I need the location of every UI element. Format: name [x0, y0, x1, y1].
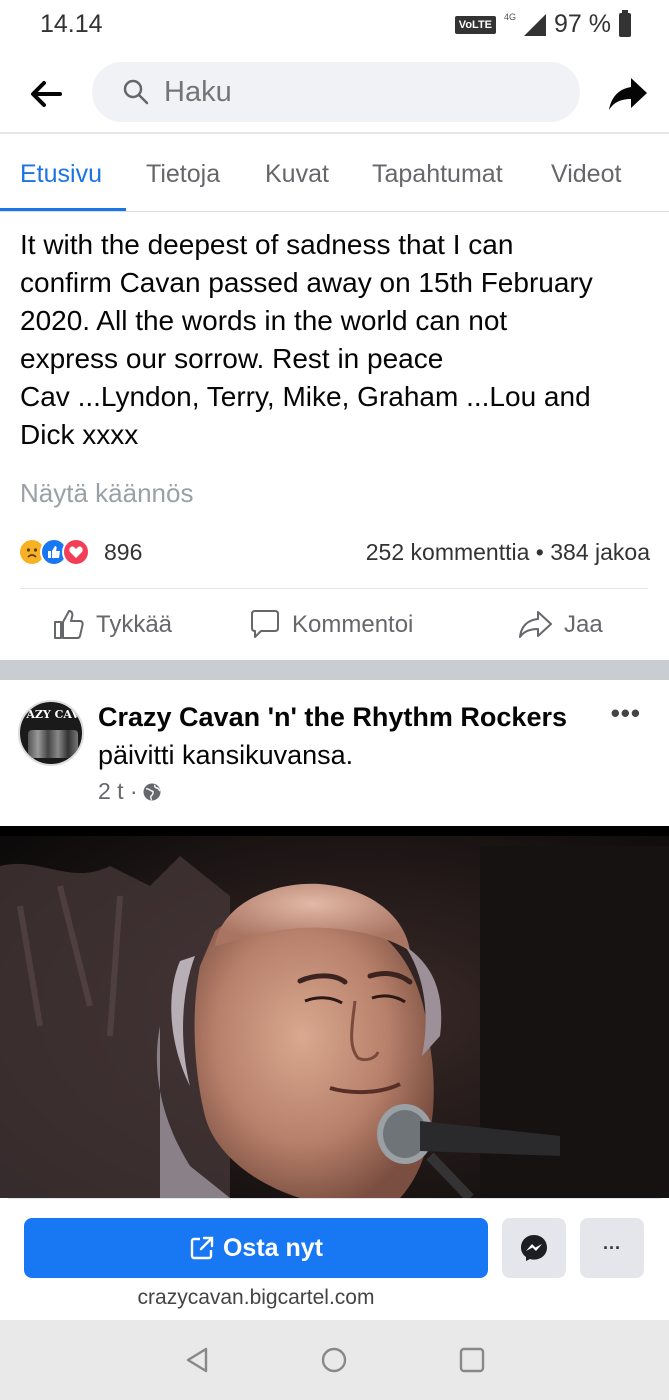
- thumbs-up-icon: [54, 610, 84, 639]
- comments-shares-count[interactable]: 252 kommenttia • 384 jakoa: [366, 539, 650, 566]
- nav-back-icon[interactable]: [184, 1346, 212, 1374]
- share-icon: [519, 611, 552, 638]
- page-tabs: Etusivu Tietoja Kuvat Tapahtumat Videot: [0, 136, 669, 212]
- reaction-count: 896: [104, 539, 143, 565]
- nav-home-icon[interactable]: [320, 1346, 348, 1374]
- tab-events[interactable]: Tapahtumat: [372, 160, 503, 189]
- page-avatar[interactable]: AZY CAV: [18, 700, 84, 766]
- cover-photo-image: [0, 826, 669, 1198]
- battery-percent: 97 %: [554, 10, 611, 38]
- post-timestamp[interactable]: 2 t ·: [98, 778, 162, 805]
- see-translation-link[interactable]: Näytä käännös: [20, 478, 193, 509]
- globe-icon: [143, 783, 161, 800]
- tab-videos[interactable]: Videot: [551, 160, 621, 189]
- share-arrow-icon[interactable]: [607, 74, 649, 114]
- more-options-icon[interactable]: •••: [611, 698, 641, 729]
- tab-about[interactable]: Tietoja: [146, 160, 220, 189]
- comment-button[interactable]: Kommentoi: [248, 608, 413, 642]
- signal-icon: [524, 13, 547, 36]
- search-input[interactable]: [164, 72, 544, 112]
- website-url[interactable]: crazycavan.bigcartel.com: [24, 1286, 488, 1310]
- post-time-label: 2 t ·: [98, 778, 138, 804]
- buy-now-label: Osta nyt: [222, 1233, 324, 1262]
- cover-update-post: AZY CAV Crazy Cavan 'n' the Rhythm Rocke…: [0, 680, 669, 826]
- love-reaction-icon: [62, 538, 90, 566]
- avatar-image: [28, 730, 78, 758]
- top-bar: [0, 52, 669, 134]
- share-button-label: Jaa: [564, 611, 603, 638]
- comment-button-label: Kommentoi: [292, 611, 414, 638]
- share-button[interactable]: Jaa: [518, 608, 603, 642]
- avatar-text: AZY CAV: [26, 708, 80, 721]
- reaction-icons: [18, 538, 90, 566]
- post-action-text: päivitti kansikuvansa.: [98, 740, 354, 770]
- battery-icon: [619, 9, 631, 37]
- post-text: It with the deepest of sadness that I ca…: [20, 229, 593, 450]
- network-type: 4G: [504, 11, 517, 22]
- page-name[interactable]: Crazy Cavan 'n' the Rhythm Rockers: [98, 702, 567, 733]
- external-link-icon: [190, 1236, 214, 1260]
- comment-icon: [251, 610, 279, 638]
- search-icon: [123, 79, 149, 105]
- divider: [20, 588, 648, 589]
- back-arrow-icon[interactable]: [28, 76, 64, 112]
- post-actions: Tykkää Kommentoi Jaa: [0, 600, 669, 652]
- messenger-button[interactable]: [502, 1218, 566, 1278]
- status-time: 14.14: [40, 10, 103, 38]
- tab-home[interactable]: Etusivu: [20, 160, 102, 189]
- feed-separator: [0, 660, 669, 680]
- like-button[interactable]: Tykkää: [52, 608, 172, 642]
- cta-divider: [8, 1198, 661, 1199]
- buy-now-button[interactable]: Osta nyt: [24, 1218, 488, 1278]
- system-nav-bar: [0, 1320, 669, 1400]
- reactions-summary[interactable]: 896 252 kommenttia • 384 jakoa: [18, 538, 654, 570]
- nav-recents-icon[interactable]: [458, 1346, 486, 1374]
- status-bar: 14.14 VoLTE 4G 97 %: [0, 0, 669, 52]
- status-icons: VoLTE 4G 97 %: [454, 9, 631, 39]
- search-bar[interactable]: [92, 62, 580, 122]
- messenger-icon: [521, 1235, 547, 1261]
- cover-photo[interactable]: [0, 826, 669, 1198]
- call-to-action-bar: Osta nyt ··· crazycavan.bigcartel.com: [0, 1198, 669, 1320]
- tab-photos[interactable]: Kuvat: [265, 160, 329, 189]
- more-actions-button[interactable]: ···: [580, 1218, 644, 1278]
- volte-badge: VoLTE: [454, 15, 496, 34]
- active-tab-indicator: [0, 208, 126, 211]
- like-button-label: Tykkää: [96, 611, 173, 638]
